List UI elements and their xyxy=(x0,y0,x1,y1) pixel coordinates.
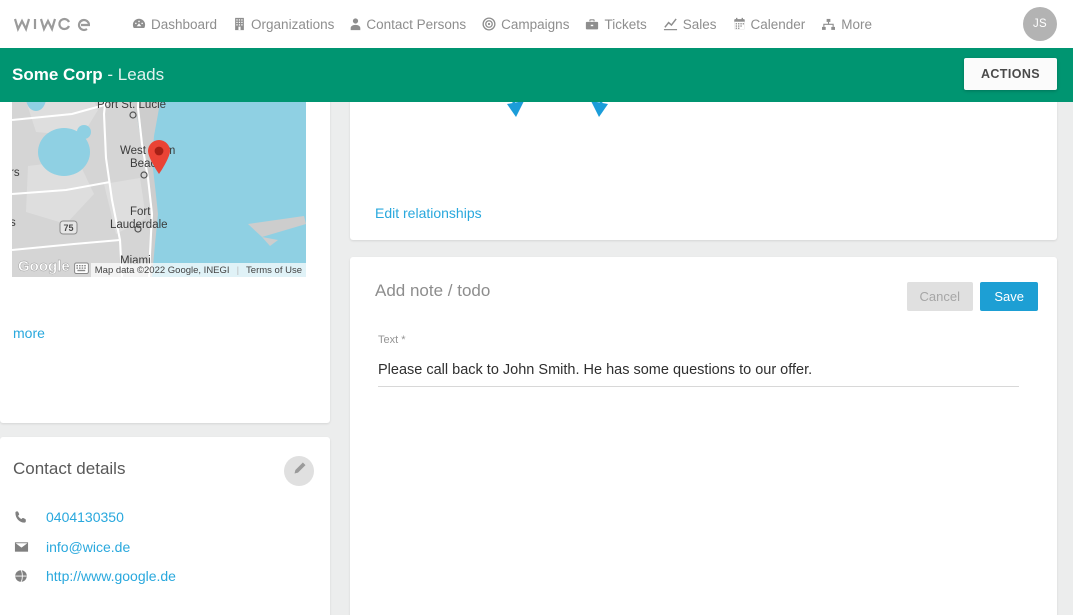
top-navigation-bar: Dashboard Organizations Contact Persons … xyxy=(0,0,1073,48)
nav-item-sales[interactable]: Sales xyxy=(663,17,717,32)
add-note-title: Add note / todo xyxy=(375,281,491,300)
actions-button[interactable]: ACTIONS xyxy=(963,58,1057,90)
person-icon xyxy=(350,17,361,31)
save-button[interactable]: Save xyxy=(980,282,1038,311)
pencil-icon xyxy=(292,461,307,481)
contact-row-phone[interactable]: 0404130350 xyxy=(13,509,124,525)
svg-text:75: 75 xyxy=(63,223,73,233)
nav-item-dashboard[interactable]: Dashboard xyxy=(132,17,217,32)
terms-of-use-link[interactable]: Terms of Use xyxy=(246,265,302,276)
cancel-button[interactable]: Cancel xyxy=(906,282,973,311)
svg-text:Google: Google xyxy=(18,258,70,275)
contact-row-website[interactable]: http://www.google.de xyxy=(13,568,176,584)
globe-icon xyxy=(13,569,29,583)
nav-items: Dashboard Organizations Contact Persons … xyxy=(132,17,872,32)
nav-label: More xyxy=(841,16,873,32)
location-map[interactable]: 95 75 Port St. Lucie West Palm xyxy=(12,102,306,277)
contact-website-value[interactable]: http://www.google.de xyxy=(46,568,176,584)
contact-row-email[interactable]: info@wice.de xyxy=(13,539,130,555)
phone-icon xyxy=(13,510,29,524)
svg-text:rs: rs xyxy=(12,167,20,179)
envelope-icon xyxy=(13,541,29,553)
company-info-card: Section Hardware, Consulting xyxy=(0,102,330,423)
edit-relationships-link[interactable]: Edit relationships xyxy=(375,205,482,221)
nav-item-calender[interactable]: Calender xyxy=(733,16,806,32)
bullseye-icon xyxy=(482,17,496,31)
nav-label: Dashboard xyxy=(151,16,218,32)
nav-label: Organizations xyxy=(251,16,335,32)
wice-logo[interactable] xyxy=(12,14,112,34)
avatar-initials: JS xyxy=(1032,18,1048,30)
required-mark: * xyxy=(401,334,406,346)
page-title: Some Corp - Leads xyxy=(12,65,164,85)
page-title-main: Some Corp xyxy=(12,65,103,84)
nav-item-more[interactable]: More xyxy=(821,17,872,32)
dashboard-icon xyxy=(132,17,146,31)
contact-phone-value[interactable]: 0404130350 xyxy=(46,509,124,525)
contact-details-title: Contact details xyxy=(13,459,126,478)
note-text-input[interactable] xyxy=(378,357,1019,387)
edit-contact-details-button[interactable] xyxy=(284,456,314,486)
nav-item-tickets[interactable]: Tickets xyxy=(585,16,647,32)
chart-line-icon xyxy=(663,17,678,31)
map-attribution: Map data ©2022 Google, INEGI | Terms of … xyxy=(90,263,306,277)
nav-label: Calender xyxy=(750,16,806,32)
more-link[interactable]: more xyxy=(13,325,45,341)
nav-label: Contact Persons xyxy=(366,16,467,32)
contact-details-card: Contact details 0404130350 info@wice.de xyxy=(0,437,330,615)
map-data-text: Map data ©2022 Google, INEGI xyxy=(94,264,230,276)
nav-item-contact-persons[interactable]: Contact Persons xyxy=(350,17,466,32)
calendar-icon xyxy=(733,17,746,31)
page-content: Section Hardware, Consulting xyxy=(0,102,1073,615)
google-logo: Google xyxy=(18,257,89,275)
sitemap-icon xyxy=(821,18,836,31)
briefcase-icon xyxy=(585,18,599,31)
page-header-bar: Some Corp - Leads ACTIONS xyxy=(0,48,1073,102)
nav-item-campaigns[interactable]: Campaigns xyxy=(482,17,569,32)
relationships-card: Some Corp 33401 West Palm Beach Edit rel… xyxy=(350,102,1057,240)
svg-text:Lauderdale: Lauderdale xyxy=(110,219,168,231)
avatar[interactable]: JS xyxy=(1023,7,1057,41)
svg-text:Port St. Lucie: Port St. Lucie xyxy=(97,102,166,111)
text-field-label: Text * xyxy=(378,334,406,346)
building-icon xyxy=(233,17,246,31)
page-title-sub: - Leads xyxy=(102,65,165,84)
add-note-todo-card: Add note / todo Cancel Save Text * Todo … xyxy=(350,257,1057,615)
svg-text:s: s xyxy=(12,217,16,229)
svg-text:Fort: Fort xyxy=(130,206,151,218)
text-field-label-text: Text xyxy=(378,334,399,346)
nav-label: Tickets xyxy=(604,16,647,32)
keyboard-icon xyxy=(74,262,89,274)
nav-label: Campaigns xyxy=(501,16,570,32)
nav-item-organizations[interactable]: Organizations xyxy=(233,17,334,32)
relationship-arrows xyxy=(507,102,608,117)
divider: | xyxy=(236,264,240,276)
contact-email-value[interactable]: info@wice.de xyxy=(46,539,130,555)
nav-label: Sales xyxy=(682,16,717,32)
scrollbar-gutter[interactable] xyxy=(1064,102,1073,615)
